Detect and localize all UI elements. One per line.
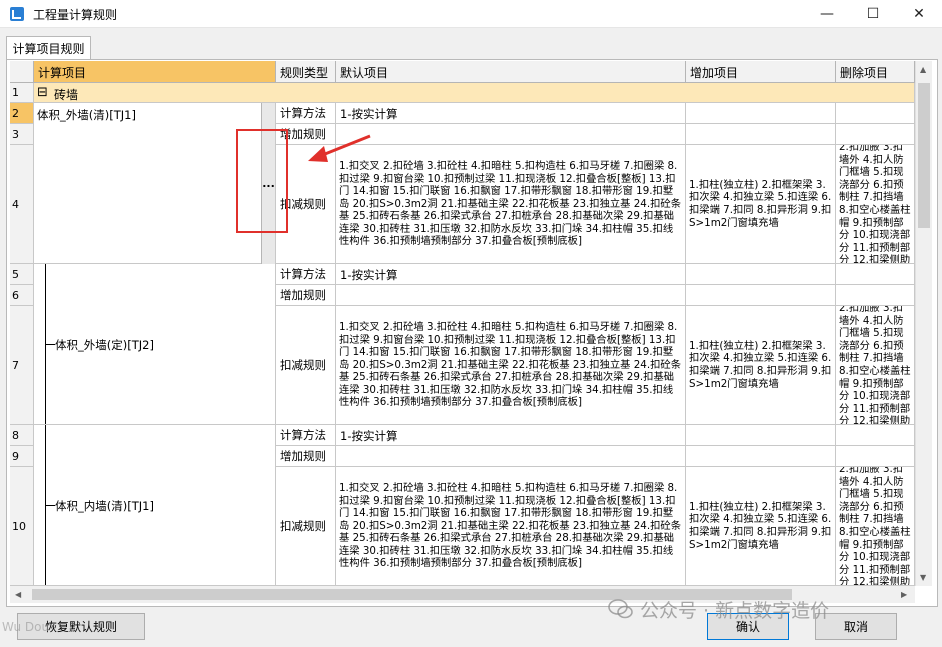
delete-cell[interactable] xyxy=(836,446,915,467)
close-icon: ✕ xyxy=(913,6,925,22)
add-cell[interactable] xyxy=(686,124,836,145)
row-number: 10 xyxy=(10,467,34,586)
add-text: 1.扣柱(独立柱) 2.扣框架梁 3.扣次梁 4.扣独立梁 5.扣连梁 6.扣梁… xyxy=(689,178,832,229)
tree-branch xyxy=(45,344,55,345)
delete-text: 1.扣玻璃幕墙 2.扣加腋 3.扣墙外 4.扣人防门框墙 5.扣现浇部分 6.扣… xyxy=(839,306,911,425)
item-label: 体积_内墙(清)[TJ1] xyxy=(55,499,154,513)
column-header-default[interactable]: 默认项目 xyxy=(336,61,686,83)
group-row[interactable]: ⊟ 砖墙 xyxy=(34,83,915,103)
add-cell[interactable] xyxy=(686,285,836,306)
item-label: 体积_外墙(清)[TJ1] xyxy=(37,108,136,122)
add-cell[interactable]: 1.扣柱(独立柱) 2.扣框架梁 3.扣次梁 4.扣独立梁 5.扣连梁 6.扣梁… xyxy=(686,145,836,264)
row-number: 4 xyxy=(10,145,34,264)
scroll-up-icon[interactable]: ▲ xyxy=(920,65,926,74)
rule-type-cell[interactable]: 扣减规则 xyxy=(276,467,336,586)
app-icon xyxy=(10,7,24,21)
row-number: 8 xyxy=(10,425,34,446)
vertical-scrollbar[interactable]: ▲ ▼ xyxy=(915,61,932,586)
window-title: 工程量计算规则 xyxy=(33,8,118,22)
default-cell[interactable] xyxy=(336,446,686,467)
vertical-scroll-thumb[interactable] xyxy=(918,83,930,228)
default-cell[interactable]: 1.扣交叉 2.扣砼墙 3.扣砼柱 4.扣暗柱 5.扣构造柱 6.扣马牙槎 7.… xyxy=(336,467,686,586)
add-cell[interactable]: 1.扣柱(独立柱) 2.扣框架梁 3.扣次梁 4.扣独立梁 5.扣连梁 6.扣梁… xyxy=(686,467,836,586)
default-cell[interactable]: 1-按实计算 xyxy=(336,264,686,285)
rule-type-cell[interactable]: 计算方法 xyxy=(276,264,336,285)
row-number: 1 xyxy=(10,83,34,103)
rule-type-cell[interactable]: 增加规则 xyxy=(276,285,336,306)
default-cell[interactable] xyxy=(336,124,686,145)
item-cell[interactable]: 体积_外墙(定)[TJ2] xyxy=(34,264,276,425)
scroll-down-icon[interactable]: ▼ xyxy=(920,573,926,582)
maximize-icon: ☐ xyxy=(866,6,880,22)
default-text: 1.扣交叉 2.扣砼墙 3.扣砼柱 4.扣暗柱 5.扣构造柱 6.扣马牙槎 7.… xyxy=(339,159,682,248)
default-cell[interactable] xyxy=(336,285,686,306)
minimize-icon: — xyxy=(820,6,834,22)
tree-branch xyxy=(45,505,55,506)
tab-calc-rules[interactable]: 计算项目规则 xyxy=(6,36,91,60)
group-label: 砖墙 xyxy=(54,88,79,102)
default-cell[interactable]: 1-按实计算 xyxy=(336,103,686,124)
delete-cell[interactable] xyxy=(836,285,915,306)
delete-cell[interactable] xyxy=(836,264,915,285)
add-cell[interactable] xyxy=(686,103,836,124)
row-number: 6 xyxy=(10,285,34,306)
collapse-icon[interactable]: ⊟ xyxy=(37,85,48,100)
add-cell[interactable] xyxy=(686,446,836,467)
delete-cell[interactable]: 1.扣玻璃幕墙 2.扣加腋 3.扣墙外 4.扣人防门框墙 5.扣现浇部分 6.扣… xyxy=(836,306,915,425)
column-header-item[interactable]: 计算项目 xyxy=(34,61,276,83)
scroll-right-icon[interactable]: ▶ xyxy=(901,590,907,599)
corner-header xyxy=(10,61,34,83)
delete-text: 1.扣玻璃幕墙 2.扣加腋 3.扣墙外 4.扣人防门框墙 5.扣现浇部分 6.扣… xyxy=(839,467,911,586)
default-cell[interactable]: 1.扣交叉 2.扣砼墙 3.扣砼柱 4.扣暗柱 5.扣构造柱 6.扣马牙槎 7.… xyxy=(336,145,686,264)
add-text: 1.扣柱(独立柱) 2.扣框架梁 3.扣次梁 4.扣独立梁 5.扣连梁 6.扣梁… xyxy=(689,339,832,390)
add-cell[interactable]: 1.扣柱(独立柱) 2.扣框架梁 3.扣次梁 4.扣独立梁 5.扣连梁 6.扣梁… xyxy=(686,306,836,425)
maximize-button[interactable]: ☐ xyxy=(850,0,896,28)
scroll-left-icon[interactable]: ◀ xyxy=(15,590,21,599)
item-label: 体积_外墙(定)[TJ2] xyxy=(55,338,154,352)
delete-cell[interactable] xyxy=(836,103,915,124)
watermark-text: 公众号 · 新点数字造价 xyxy=(640,600,830,622)
row-number: 9 xyxy=(10,446,34,467)
annotation-box xyxy=(236,129,288,233)
rule-type-cell[interactable]: 增加规则 xyxy=(276,446,336,467)
default-cell[interactable]: 1.扣交叉 2.扣砼墙 3.扣砼柱 4.扣暗柱 5.扣构造柱 6.扣马牙槎 7.… xyxy=(336,306,686,425)
rule-type-cell[interactable]: 计算方法 xyxy=(276,425,336,446)
column-header-delete[interactable]: 删除项目 xyxy=(836,61,915,83)
row-number: 5 xyxy=(10,264,34,285)
add-cell[interactable] xyxy=(686,425,836,446)
title-bar: 工程量计算规则 — ☐ ✕ xyxy=(0,0,942,28)
default-text: 1.扣交叉 2.扣砼墙 3.扣砼柱 4.扣暗柱 5.扣构造柱 6.扣马牙槎 7.… xyxy=(339,320,682,409)
wechat-icon xyxy=(608,599,633,619)
delete-cell[interactable] xyxy=(836,425,915,446)
rules-grid: 计算项目 规则类型 默认项目 增加项目 删除项目 1 ⊟ 砖墙 2 3 4 体积… xyxy=(10,61,915,586)
default-text: 1.扣交叉 2.扣砼墙 3.扣砼柱 4.扣暗柱 5.扣构造柱 6.扣马牙槎 7.… xyxy=(339,481,682,570)
delete-cell[interactable] xyxy=(836,124,915,145)
add-text: 1.扣柱(独立柱) 2.扣框架梁 3.扣次梁 4.扣独立梁 5.扣连梁 6.扣梁… xyxy=(689,500,832,551)
default-cell[interactable]: 1-按实计算 xyxy=(336,425,686,446)
add-cell[interactable] xyxy=(686,264,836,285)
delete-cell[interactable]: 1.扣玻璃幕墙 2.扣加腋 3.扣墙外 4.扣人防门框墙 5.扣现浇部分 6.扣… xyxy=(836,145,915,264)
delete-cell[interactable]: 1.扣玻璃幕墙 2.扣加腋 3.扣墙外 4.扣人防门框墙 5.扣现浇部分 6.扣… xyxy=(836,467,915,586)
rule-type-cell[interactable]: 计算方法 xyxy=(276,103,336,124)
row-number: 7 xyxy=(10,306,34,425)
minimize-button[interactable]: — xyxy=(804,0,850,28)
row-number: 2 xyxy=(10,103,34,124)
delete-text: 1.扣玻璃幕墙 2.扣加腋 3.扣墙外 4.扣人防门框墙 5.扣现浇部分 6.扣… xyxy=(839,145,911,264)
rule-type-cell[interactable]: 扣减规则 xyxy=(276,306,336,425)
watermark-small: Wu Dou xyxy=(2,620,50,634)
close-button[interactable]: ✕ xyxy=(896,0,942,28)
annotation-arrow-icon xyxy=(308,134,371,162)
item-cell[interactable]: 体积_内墙(清)[TJ1] xyxy=(34,425,276,586)
column-header-add[interactable]: 增加项目 xyxy=(686,61,836,83)
column-header-rule-type[interactable]: 规则类型 xyxy=(276,61,336,83)
row-number: 3 xyxy=(10,124,34,145)
